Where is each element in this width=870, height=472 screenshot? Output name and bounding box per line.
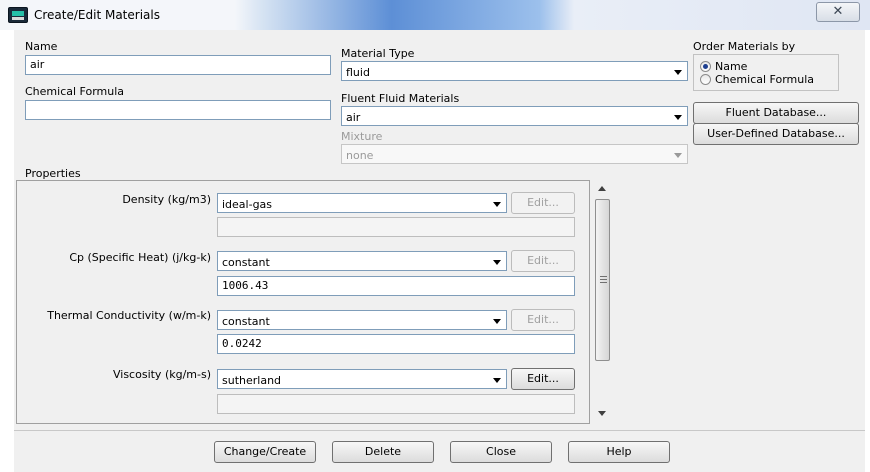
- properties-scrollbar[interactable]: [594, 181, 611, 423]
- viscosity-edit-button[interactable]: Edit...: [511, 368, 575, 390]
- material-type-value: fluid: [346, 66, 370, 79]
- thermal-conductivity-edit-button[interactable]: Edit...: [511, 309, 575, 331]
- title-bar: Create/Edit Materials ✕: [0, 0, 870, 30]
- scroll-up-arrow-icon[interactable]: [598, 186, 606, 191]
- mixture-dropdown: none: [341, 144, 688, 164]
- delete-button[interactable]: Delete: [332, 441, 434, 463]
- fluent-fluid-materials-value: air: [346, 111, 361, 124]
- name-input[interactable]: air: [25, 55, 331, 75]
- scroll-down-arrow-icon[interactable]: [598, 411, 606, 416]
- fluent-database-button[interactable]: Fluent Database...: [693, 102, 859, 124]
- grip-line: [600, 276, 607, 277]
- close-window-button[interactable]: ✕: [816, 2, 860, 22]
- thermal-conductivity-method-value: constant: [222, 315, 270, 328]
- grip-line: [600, 282, 607, 283]
- viscosity-label: Viscosity (kg/m-s): [112, 368, 211, 381]
- order-by-formula-label: Chemical Formula: [715, 73, 815, 86]
- order-by-formula-radio[interactable]: [700, 74, 711, 85]
- window-title: Create/Edit Materials: [34, 8, 160, 22]
- change-create-button[interactable]: Change/Create: [214, 441, 316, 463]
- close-button[interactable]: Close: [450, 441, 552, 463]
- fluent-fluid-materials-dropdown[interactable]: air: [341, 106, 688, 126]
- name-label: Name: [25, 40, 58, 53]
- cp-edit-button[interactable]: Edit...: [511, 250, 575, 272]
- order-by-name-label: Name: [715, 60, 748, 73]
- chevron-down-icon: [493, 319, 501, 324]
- order-by-label: Order Materials by: [693, 40, 796, 53]
- cp-value-input[interactable]: 1006.43: [217, 276, 575, 296]
- chevron-down-icon: [493, 260, 501, 265]
- mixture-value: none: [346, 149, 374, 162]
- thermal-conductivity-value-input[interactable]: 0.0242: [217, 334, 575, 354]
- app-icon: [8, 7, 28, 23]
- viscosity-value-field: [217, 394, 575, 414]
- help-button[interactable]: Help: [568, 441, 670, 463]
- properties-panel: Density (kg/m3) ideal-gas Edit... Cp (Sp…: [16, 180, 590, 424]
- density-edit-button[interactable]: Edit...: [511, 192, 575, 214]
- density-label: Density (kg/m3): [122, 193, 211, 206]
- density-value-field: [217, 217, 575, 237]
- cp-method-dropdown[interactable]: constant: [217, 251, 507, 271]
- chevron-down-icon: [674, 153, 682, 158]
- viscosity-method-value: sutherland: [222, 374, 282, 387]
- chevron-down-icon: [674, 70, 682, 75]
- material-type-label: Material Type: [341, 47, 415, 60]
- fluent-fluid-materials-label: Fluent Fluid Materials: [341, 92, 460, 105]
- user-defined-database-button[interactable]: User-Defined Database...: [693, 123, 859, 145]
- density-method-dropdown[interactable]: ideal-gas: [217, 193, 507, 213]
- thermal-conductivity-method-dropdown[interactable]: constant: [217, 310, 507, 330]
- scrollbar-thumb[interactable]: [595, 199, 610, 361]
- window-left-edge: [0, 30, 14, 472]
- cp-label: Cp (Specific Heat) (j/kg-k): [69, 251, 211, 264]
- bottom-separator: [14, 430, 865, 431]
- chevron-down-icon: [674, 115, 682, 120]
- chemical-formula-input[interactable]: [25, 100, 331, 120]
- density-method-value: ideal-gas: [222, 198, 273, 211]
- cp-method-value: constant: [222, 256, 270, 269]
- chevron-down-icon: [493, 378, 501, 383]
- grip-line: [600, 279, 607, 280]
- mixture-label: Mixture: [341, 130, 383, 143]
- chevron-down-icon: [493, 202, 501, 207]
- chemical-formula-label: Chemical Formula: [25, 85, 125, 98]
- properties-label: Properties: [25, 167, 81, 180]
- order-by-name-radio[interactable]: [700, 61, 711, 72]
- material-type-dropdown[interactable]: fluid: [341, 61, 688, 81]
- order-by-group: Name Chemical Formula: [693, 54, 839, 91]
- thermal-conductivity-label: Thermal Conductivity (w/m-k): [47, 309, 211, 322]
- viscosity-method-dropdown[interactable]: sutherland: [217, 369, 507, 389]
